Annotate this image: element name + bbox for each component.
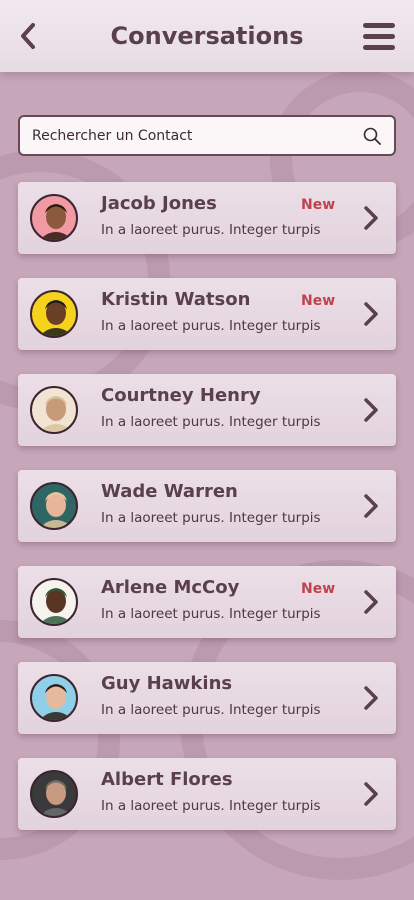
search-icon[interactable] <box>362 126 382 146</box>
page-title: Conversations <box>110 22 304 50</box>
search-bar <box>18 115 396 156</box>
message-preview: In a laoreet purus. Integer turpis <box>101 414 321 430</box>
conversation-item[interactable]: Wade Warren In a laoreet purus. Integer t… <box>18 470 396 542</box>
menu-line <box>363 34 395 39</box>
message-preview: In a laoreet purus. Integer turpis <box>101 510 321 526</box>
message-preview: In a laoreet purus. Integer turpis <box>101 318 321 334</box>
message-preview: In a laoreet purus. Integer turpis <box>101 222 321 238</box>
menu-button[interactable] <box>361 20 397 52</box>
chevron-right-icon <box>360 780 382 808</box>
avatar <box>30 194 78 242</box>
avatar <box>30 578 78 626</box>
chevron-right-icon <box>360 204 382 232</box>
avatar <box>30 770 78 818</box>
contact-name: Jacob Jones <box>101 193 217 214</box>
message-preview: In a laoreet purus. Integer turpis <box>101 606 321 622</box>
conversation-item[interactable]: Courtney Henry In a laoreet purus. Intege… <box>18 374 396 446</box>
conversation-item[interactable]: Guy Hawkins In a laoreet purus. Integer t… <box>18 662 396 734</box>
new-badge: New <box>301 197 336 213</box>
avatar <box>30 482 78 530</box>
chevron-right-icon <box>360 588 382 616</box>
contact-name: Albert Flores <box>101 769 233 790</box>
conversation-list: Jacob Jones In a laoreet purus. Integer t… <box>18 182 396 854</box>
conversation-item[interactable]: Albert Flores In a laoreet purus. Integer… <box>18 758 396 830</box>
chevron-right-icon <box>360 300 382 328</box>
conversation-item[interactable]: Jacob Jones In a laoreet purus. Integer t… <box>18 182 396 254</box>
message-preview: In a laoreet purus. Integer turpis <box>101 798 321 814</box>
avatar <box>30 386 78 434</box>
contact-name: Wade Warren <box>101 481 238 502</box>
conversation-item[interactable]: Kristin Watson In a laoreet purus. Intege… <box>18 278 396 350</box>
app-header: Conversations <box>0 0 414 72</box>
chevron-right-icon <box>360 684 382 712</box>
new-badge: New <box>301 293 336 309</box>
new-badge: New <box>301 581 336 597</box>
message-preview: In a laoreet purus. Integer turpis <box>101 702 321 718</box>
avatar <box>30 290 78 338</box>
chevron-right-icon <box>360 396 382 424</box>
chevron-right-icon <box>360 492 382 520</box>
contact-name: Courtney Henry <box>101 385 261 406</box>
contact-name: Guy Hawkins <box>101 673 233 694</box>
hamburger-menu-icon <box>363 23 395 28</box>
search-input[interactable] <box>32 127 362 144</box>
contact-name: Kristin Watson <box>101 289 251 310</box>
conversation-item[interactable]: Arlene McCoy In a laoreet purus. Integer … <box>18 566 396 638</box>
avatar <box>30 674 78 722</box>
menu-line <box>363 45 395 50</box>
contact-name: Arlene McCoy <box>101 577 240 598</box>
